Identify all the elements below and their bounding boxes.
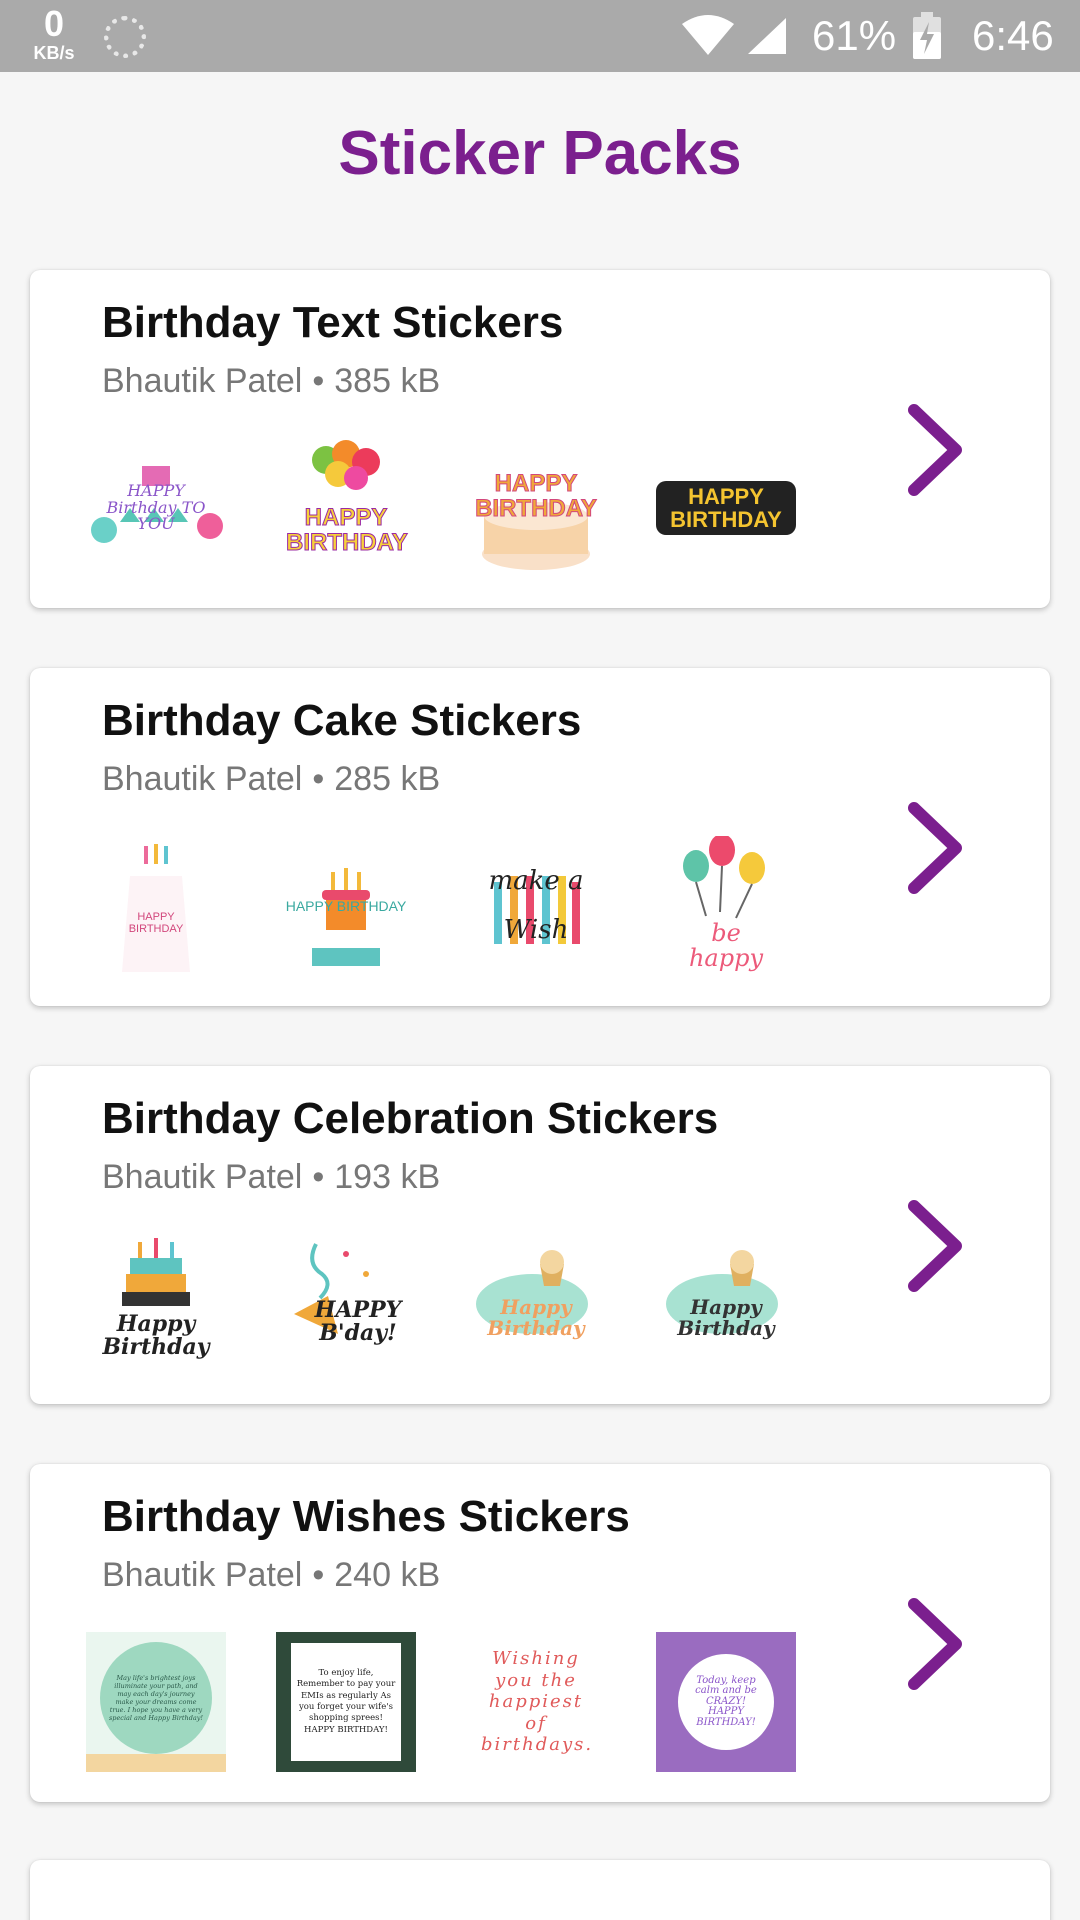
pack-info-separator: • (312, 760, 325, 798)
battery-percent: 61% (812, 12, 897, 59)
sticker-text: be happy (688, 918, 764, 972)
pack-info: Bhautik Patel • 385 kB (102, 362, 440, 401)
pack-size: 385 kB (334, 362, 441, 400)
sticker-text: HAPPY B'day! (314, 1296, 402, 1346)
sticker-preview: Happy Birthday (656, 1234, 796, 1374)
sticker-preview: Today, keep calm and be CRAZY! HAPPY BIR… (656, 1632, 796, 1772)
pack-publisher: Bhautik Patel (102, 1556, 303, 1594)
chevron-right-icon[interactable] (900, 400, 970, 500)
sticker-preview: Happy Birthday (86, 1234, 226, 1374)
sticker-preview: Happy Birthday (466, 1234, 606, 1374)
sticker-text: HAPPY BIRTHDAY (656, 480, 796, 536)
sticker-text: HAPPY BIRTHDAY (286, 503, 409, 556)
sticker-text: HAPPY Birthday TO YOU (106, 480, 206, 534)
sticker-pack-card[interactable]: Birthday Celebration Stickers Bhautik Pa… (30, 1066, 1050, 1404)
sticker-text: Happy Birthday (487, 1295, 585, 1340)
sync-icon (104, 16, 146, 58)
sticker-text: Happy Birthday (677, 1295, 775, 1340)
pack-title: Birthday Wishes Stickers (102, 1492, 630, 1541)
sticker-text: Wishing you the happiest of birthdays. (481, 1648, 594, 1756)
pack-publisher: Bhautik Patel (102, 362, 303, 400)
pack-title: Birthday Celebration Stickers (102, 1094, 719, 1143)
chevron-right-icon[interactable] (900, 798, 970, 898)
sticker-text: make a Wish (488, 865, 584, 945)
signal-icon (748, 18, 786, 54)
pack-publisher: Bhautik Patel (102, 760, 303, 798)
sticker-text: Today, keep calm and be CRAZY! HAPPY BIR… (678, 1654, 774, 1750)
sticker-preview: Wishing you the happiest of birthdays. (466, 1632, 606, 1772)
chevron-right-icon[interactable] (900, 1196, 970, 1296)
pack-info-separator: • (312, 362, 325, 400)
status-bar: 0 KB/s 61% 6:46 (0, 0, 1080, 72)
sticker-pack-card[interactable]: Birthday Text Stickers Bhautik Patel • 385… (30, 270, 1050, 608)
sticker-preview: make a Wish (466, 836, 606, 976)
sticker-text: May life's brightest joys illuminate you… (108, 1673, 204, 1723)
chevron-right-icon[interactable] (900, 1594, 970, 1694)
pack-info: Bhautik Patel • 193 kB (102, 1158, 440, 1197)
pack-size: 193 kB (334, 1158, 441, 1196)
sticker-pack-card[interactable]: Birthday Cake Stickers Bhautik Patel • 285… (30, 668, 1050, 1006)
pack-size: 285 kB (334, 760, 441, 798)
wifi-icon (682, 15, 734, 55)
sticker-preview: HAPPY BIRTHDAY (276, 438, 416, 578)
sticker-preview: HAPPY Birthday TO YOU (86, 438, 226, 578)
pack-title: Birthday Text Stickers (102, 298, 564, 347)
sticker-preview: be happy (656, 836, 796, 976)
clock: 6:46 (972, 12, 1054, 59)
network-speed-unit: KB/s (33, 43, 75, 63)
network-speed-value: 0 (43, 3, 65, 44)
sticker-pack-card[interactable]: Birthday Wishes Stickers Bhautik Patel • 2… (30, 1464, 1050, 1802)
pack-size: 240 kB (334, 1556, 441, 1594)
sticker-preview: HAPPY BIRTHDAY (656, 438, 796, 578)
sticker-text: To enjoy life, Remember to pay your EMIs… (291, 1643, 401, 1761)
pack-title: Birthday Cake Stickers (102, 696, 582, 745)
network-speed-indicator: 0 KB/s (24, 3, 84, 63)
sticker-preview: May life's brightest joys illuminate you… (86, 1632, 226, 1772)
sticker-preview: HAPPY B'day! (276, 1234, 416, 1374)
pack-info: Bhautik Patel • 240 kB (102, 1556, 440, 1595)
sticker-preview: HAPPY BIRTHDAY (466, 438, 606, 578)
pack-publisher: Bhautik Patel (102, 1158, 303, 1196)
sticker-text: HAPPY BIRTHDAY (475, 469, 598, 522)
sticker-text: HAPPY BIRTHDAY (285, 897, 407, 914)
sticker-text: HAPPY BIRTHDAY (128, 911, 184, 935)
sticker-preview: HAPPY BIRTHDAY (276, 836, 416, 976)
sticker-pack-card-partial[interactable] (30, 1860, 1050, 1920)
sticker-preview: HAPPY BIRTHDAY (86, 836, 226, 976)
pack-info-separator: • (312, 1556, 325, 1594)
pack-info-separator: • (312, 1158, 325, 1196)
battery-icon (913, 12, 941, 59)
sticker-text: Happy Birthday (102, 1310, 210, 1360)
page-title: Sticker Packs (338, 119, 742, 188)
pack-info: Bhautik Patel • 285 kB (102, 760, 440, 799)
sticker-preview: To enjoy life, Remember to pay your EMIs… (276, 1632, 416, 1772)
